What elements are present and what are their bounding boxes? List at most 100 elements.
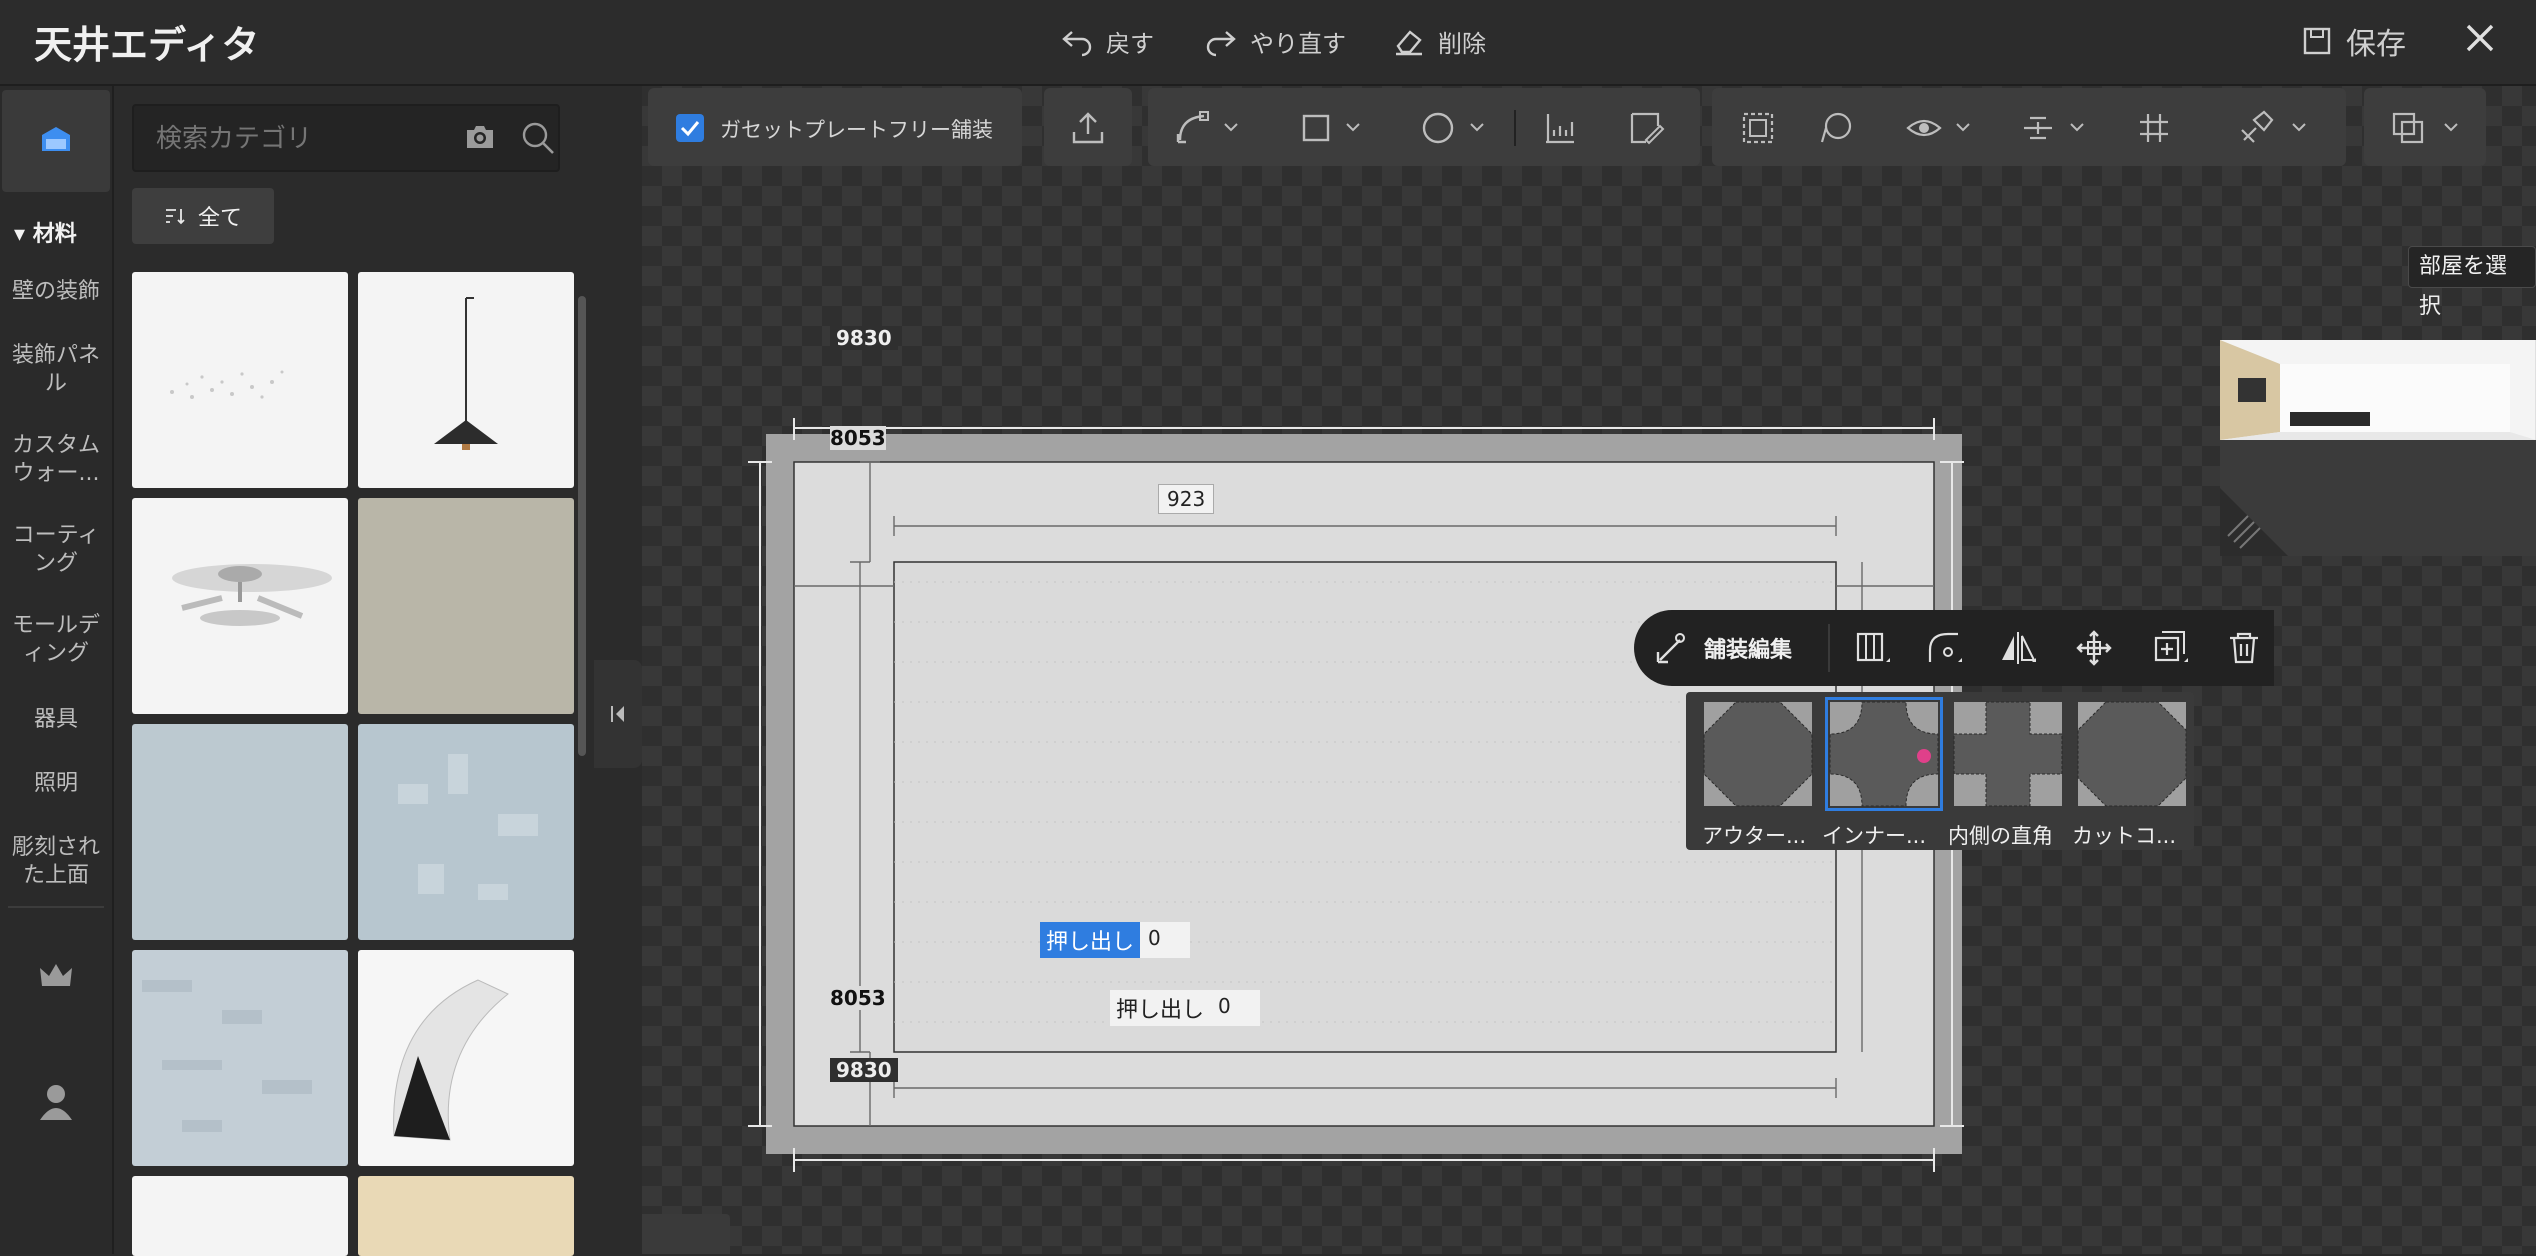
shape-inner-right-angle-label: 内側の直角 [1948, 824, 2053, 848]
lasso-icon[interactable] [1816, 108, 1856, 148]
shape-inner-label: インナー... [1822, 824, 1927, 848]
close-icon [2466, 24, 2494, 52]
resize-handle-icon[interactable] [2220, 488, 2288, 556]
close-button[interactable] [2460, 18, 2500, 58]
asset-panel: 全て [114, 86, 594, 1256]
sidebar-item-fixtures[interactable]: 器具 [0, 706, 112, 734]
materials-heading-label: 材料 [32, 222, 77, 247]
asset-thumbnail[interactable] [132, 498, 348, 714]
asset-thumbnail[interactable] [358, 950, 574, 1166]
crown-icon[interactable] [38, 962, 74, 992]
chevron-down-icon[interactable] [1470, 122, 1484, 132]
sidebar-item-carved-top[interactable]: 彫刻された上面 [0, 834, 112, 890]
trash-icon[interactable] [2224, 628, 2264, 668]
sidebar-item-custom-wall[interactable]: カスタムウォー... [0, 432, 112, 488]
asset-thumbnail[interactable] [132, 272, 348, 488]
save-button[interactable]: 保存 [2300, 16, 2406, 66]
chevron-down-icon[interactable] [2444, 122, 2458, 132]
search-box [132, 104, 560, 172]
upload-icon[interactable] [1068, 108, 1108, 148]
chevron-down-icon[interactable] [1346, 122, 1360, 132]
measure-icon[interactable] [1540, 108, 1580, 148]
sidebar-item-wall-decor[interactable]: 壁の装飾 [0, 278, 112, 306]
shape-inner-right-angle-option[interactable] [1952, 700, 2064, 808]
filter-all-label: 全て [197, 206, 242, 231]
delete-label: 削除 [1438, 29, 1486, 58]
extrude-outer-field[interactable]: 押し出し 0 [1110, 990, 1261, 1026]
search-icon[interactable] [520, 120, 556, 156]
copy-icon[interactable] [2388, 108, 2428, 148]
view-cube-icon[interactable] [642, 1214, 730, 1254]
filter-all-button[interactable]: 全て [132, 188, 274, 244]
edit-bar-divider [1828, 624, 1830, 672]
extrude-outer-value[interactable]: 0 [1210, 990, 1260, 1026]
redo-icon [1206, 31, 1236, 57]
chevron-down-icon[interactable] [2292, 122, 2306, 132]
sort-icon [165, 209, 185, 225]
toolbar-divider [1514, 110, 1516, 146]
app-title: 天井エディタ [34, 23, 260, 67]
room-select-button[interactable]: 部屋を選択 [2408, 246, 2536, 319]
asset-thumbnail[interactable] [132, 1176, 348, 1256]
sidebar-item-lighting[interactable]: 照明 [0, 770, 112, 798]
sidebar-item-molding[interactable]: モールディング [0, 612, 112, 668]
asset-thumbnail[interactable] [358, 1176, 574, 1256]
circle-tool-icon[interactable] [1418, 108, 1458, 148]
chevron-down-icon[interactable] [2070, 122, 2084, 132]
sidebar-item-coating[interactable]: コーティング [0, 522, 112, 578]
split-icon[interactable] [1852, 628, 1892, 668]
check-icon [680, 121, 700, 137]
asset-thumbnail[interactable] [132, 950, 348, 1166]
undo-label: 戻す [1106, 29, 1154, 58]
asset-thumbnail[interactable] [358, 498, 574, 714]
asset-thumbnail[interactable] [358, 724, 574, 940]
shape-cut-corner-label: カットコ... [2072, 824, 2177, 848]
asset-scrollbar[interactable] [578, 296, 586, 756]
gasket-checkbox[interactable] [676, 114, 704, 142]
add-copy-icon[interactable] [2150, 628, 2190, 668]
align-icon[interactable] [2018, 108, 2058, 148]
rectangle-tool-icon[interactable] [1296, 108, 1336, 148]
shape-cut-corner-option[interactable] [2076, 700, 2188, 808]
caret-down-icon: ▾ [14, 222, 33, 247]
user-icon[interactable] [38, 1082, 74, 1122]
extrude-inner-value[interactable]: 0 [1140, 922, 1191, 958]
arc-corner-icon[interactable] [1924, 628, 1964, 668]
dim-top-label: 9830 [830, 326, 898, 350]
asset-thumbnail[interactable] [132, 724, 348, 940]
move-icon[interactable] [2074, 628, 2114, 668]
dim-bottom-label: 9830 [830, 1058, 898, 1082]
search-input[interactable] [154, 118, 408, 160]
shape-inner-option[interactable] [1825, 697, 1943, 811]
materials-tab[interactable] [2, 90, 110, 192]
materials-heading[interactable]: ▾ 材料 [14, 216, 77, 248]
pen-curve-icon[interactable] [1172, 108, 1212, 148]
view-tools-group [1712, 88, 2346, 166]
corner-shape-panel: アウター... インナー... 内側の直角 カットコ... [1686, 692, 2194, 850]
chevron-down-icon[interactable] [1224, 122, 1238, 132]
extrude-inner-label: 押し出し [1040, 922, 1141, 958]
inner-top-label: 8053 [830, 426, 886, 450]
paint-brush-icon[interactable] [2236, 108, 2276, 148]
select-region-icon[interactable] [1738, 108, 1778, 148]
shape-outer-option[interactable] [1702, 700, 1814, 808]
eye-icon[interactable] [1904, 108, 1944, 148]
redo-button[interactable]: やり直す [1204, 16, 1346, 66]
mirror-icon[interactable] [1998, 628, 2038, 668]
gasket-label: ガセットプレートフリー舗装 [720, 118, 993, 142]
camera-icon[interactable] [464, 122, 496, 152]
asset-thumbnail[interactable] [358, 272, 574, 488]
room-preview[interactable] [2220, 340, 2536, 556]
extrude-inner-field[interactable]: 押し出し 0 [1040, 922, 1191, 958]
delete-button[interactable]: 削除 [1392, 16, 1486, 66]
grid-icon[interactable] [2134, 108, 2174, 148]
offset-right-label[interactable]: 923 [1158, 484, 1215, 514]
chevron-down-icon[interactable] [1956, 122, 1970, 132]
copy-group [2364, 88, 2486, 166]
sidebar-item-decor-panel[interactable]: 装飾パネル [0, 342, 112, 398]
redo-label: やり直す [1250, 29, 1346, 58]
paving-edit-label: 舗装編集 [1704, 638, 1793, 663]
edit-panel-icon[interactable] [1626, 108, 1666, 148]
collapse-panel-button[interactable] [594, 660, 642, 768]
undo-button[interactable]: 戻す [1060, 16, 1154, 66]
